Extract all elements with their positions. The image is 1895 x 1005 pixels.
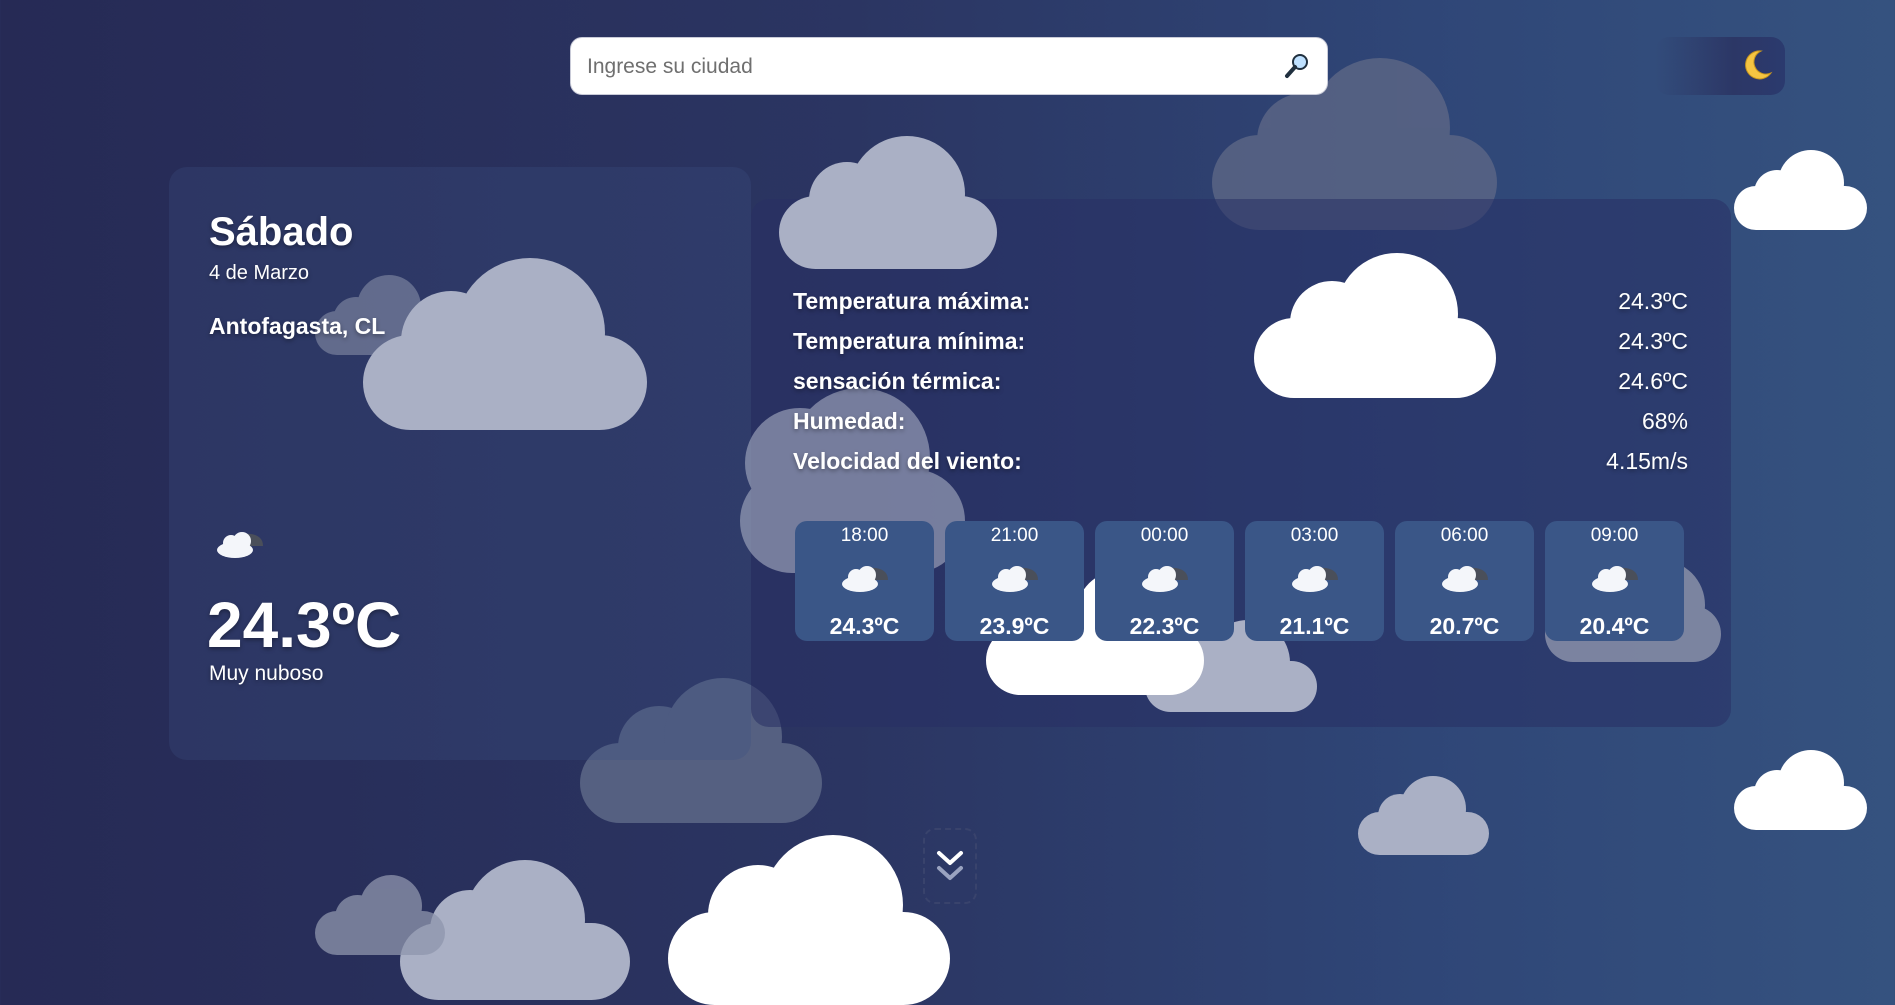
current-date: 4 de Marzo	[209, 262, 310, 284]
weather-description: Muy nuboso	[209, 662, 324, 685]
forecast-time: 06:00	[1440, 525, 1489, 546]
detail-row-min-temp: Temperatura mínima: 24.3ºC	[793, 321, 1688, 361]
current-day: Sábado	[209, 210, 354, 254]
hourly-forecast-card: 03:00 21.1ºC	[1245, 521, 1384, 641]
forecast-time: 03:00	[1290, 525, 1339, 546]
forecast-temperature: 20.7ºC	[1429, 613, 1500, 639]
cloud-sun-icon	[1588, 559, 1642, 593]
cloud-sun-icon	[213, 524, 267, 560]
current-temperature: 24.3ºC	[207, 589, 402, 661]
hourly-forecast-card: 06:00 20.7ºC	[1395, 521, 1534, 641]
background-cloud	[363, 258, 647, 430]
detail-label: Humedad:	[793, 407, 906, 434]
hourly-forecast-card: 18:00 24.3ºC	[795, 521, 934, 641]
cloud-sun-icon	[1138, 559, 1192, 593]
magnifier-icon[interactable]	[1283, 52, 1311, 80]
scroll-down-button[interactable]	[923, 828, 977, 904]
hourly-forecast-card: 21:00 23.9ºC	[945, 521, 1084, 641]
current-location: Antofagasta, CL	[209, 313, 386, 339]
background-cloud	[315, 875, 445, 955]
background-cloud	[668, 835, 950, 1005]
forecast-time: 09:00	[1590, 525, 1639, 546]
detail-value: 24.6ºC	[1618, 367, 1688, 394]
detail-value: 68%	[1641, 407, 1688, 434]
forecast-time: 18:00	[840, 525, 889, 546]
background-cloud	[1734, 150, 1867, 230]
forecast-time: 00:00	[1140, 525, 1189, 546]
cloud-sun-icon	[838, 559, 892, 593]
city-search-input[interactable]	[585, 38, 1269, 96]
double-chevron-down-icon	[937, 851, 963, 880]
detail-row-feels-like: sensación térmica: 24.6ºC	[793, 361, 1688, 401]
detail-label: sensación térmica:	[793, 367, 1002, 394]
detail-row-humidity: Humedad: 68%	[793, 401, 1688, 441]
hourly-forecast: 18:00 24.3ºC 21:00 23.9ºC 00:00 22.3ºC 0…	[795, 521, 1684, 641]
detail-label: Temperatura mínima:	[793, 327, 1026, 354]
cloud-sun-icon	[1288, 559, 1342, 593]
detail-value: 24.3ºC	[1618, 327, 1688, 354]
detail-row-max-temp: Temperatura máxima: 24.3ºC	[793, 281, 1688, 321]
background-cloud	[1358, 776, 1489, 855]
detail-label: Temperatura máxima:	[793, 287, 1031, 314]
crescent-moon-icon	[1739, 47, 1775, 83]
detail-value: 24.3ºC	[1618, 287, 1688, 314]
cloud-sun-icon	[1438, 559, 1492, 593]
forecast-temperature: 22.3ºC	[1129, 613, 1200, 639]
hourly-forecast-card: 00:00 22.3ºC	[1095, 521, 1234, 641]
weather-details-list: Temperatura máxima: 24.3ºC Temperatura m…	[793, 281, 1688, 481]
detail-row-wind-speed: Velocidad del viento: 4.15m/s	[793, 441, 1688, 481]
theme-toggle-button[interactable]	[1655, 37, 1785, 95]
forecast-temperature: 21.1ºC	[1279, 613, 1350, 639]
cloud-sun-icon	[988, 559, 1042, 593]
forecast-temperature: 23.9ºC	[979, 613, 1050, 639]
forecast-temperature: 24.3ºC	[829, 613, 900, 639]
detail-label: Velocidad del viento:	[793, 447, 1022, 474]
city-search-bar	[570, 37, 1328, 96]
hourly-forecast-card: 09:00 20.4ºC	[1545, 521, 1684, 641]
detail-value: 4.15m/s	[1606, 447, 1688, 474]
background-cloud	[1734, 750, 1867, 830]
forecast-temperature: 20.4ºC	[1579, 613, 1650, 639]
forecast-time: 21:00	[990, 525, 1039, 546]
background-cloud	[779, 136, 997, 269]
